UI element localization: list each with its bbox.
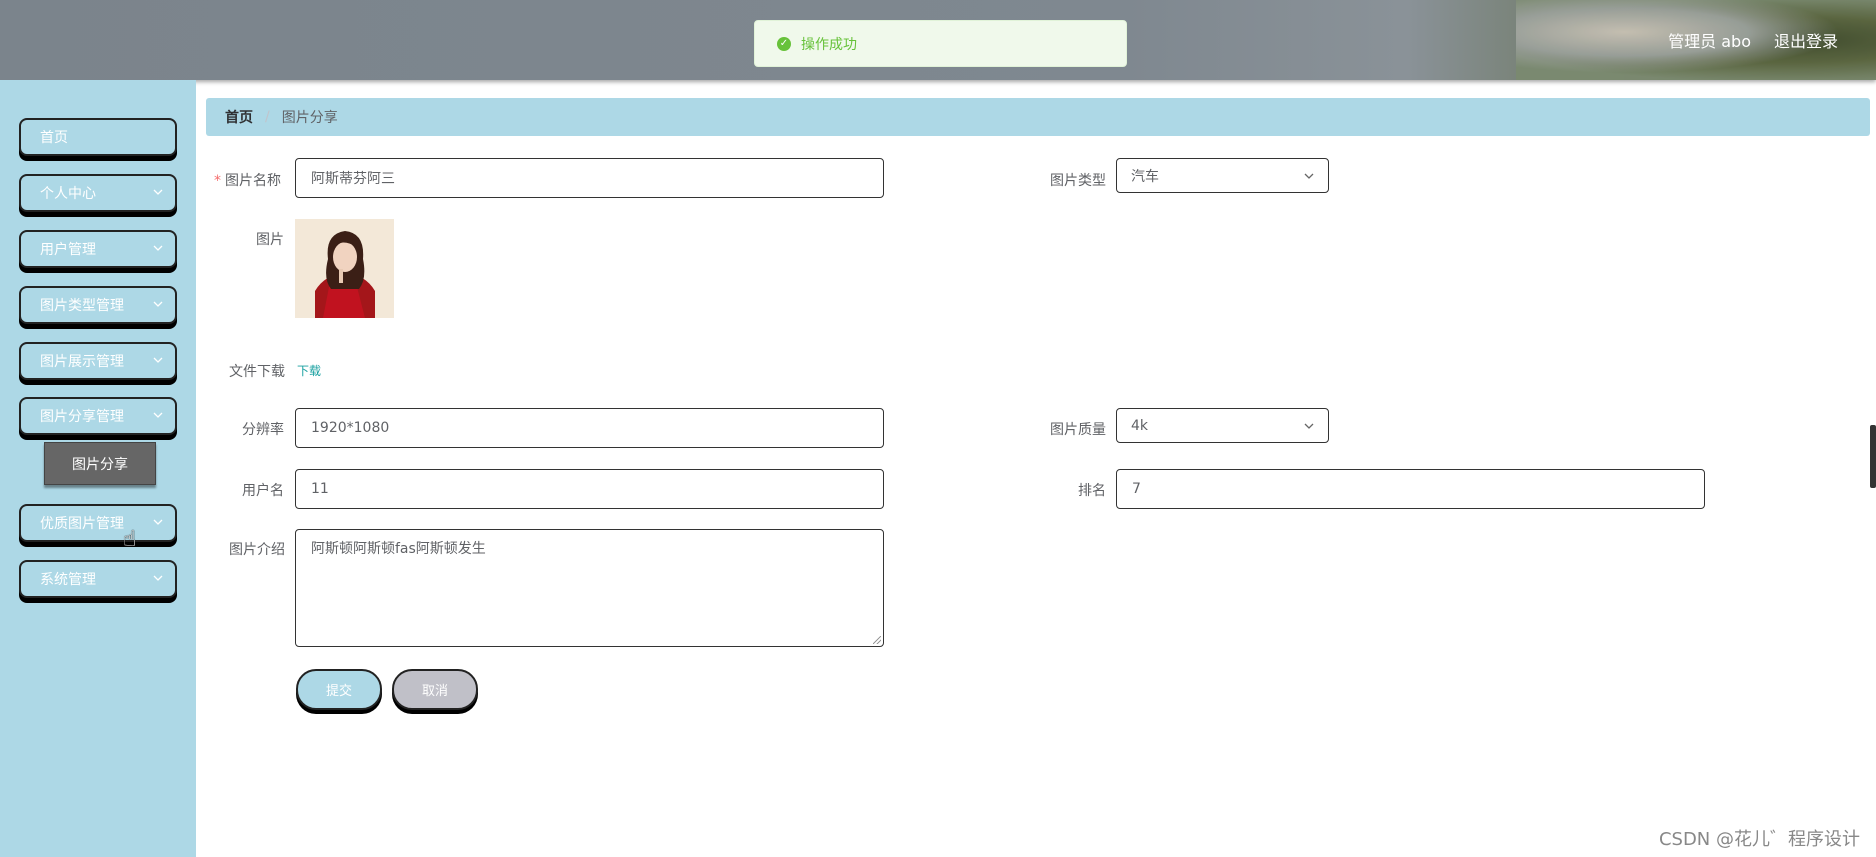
sidebar-item-label: 优质图片管理: [40, 516, 124, 532]
sidebar-item-label: 系统管理: [40, 572, 96, 588]
rank-input[interactable]: 7: [1116, 469, 1705, 509]
submit-button[interactable]: 提交: [296, 669, 382, 710]
sidebar-item-image-type-management[interactable]: 图片类型管理: [19, 286, 177, 324]
image-label: 图片: [256, 232, 284, 248]
resize-handle-icon[interactable]: [873, 636, 881, 644]
sidebar-item-system-management[interactable]: 系统管理: [19, 560, 177, 598]
chevron-down-icon: [1304, 173, 1314, 179]
portrait-image: [295, 219, 394, 318]
sidebar-item-label: 个人中心: [40, 186, 96, 202]
image-name-input[interactable]: 阿斯蒂芬阿三: [295, 158, 884, 198]
image-intro-textarea[interactable]: 阿斯顿阿斯顿fas阿斯顿发生: [295, 529, 884, 647]
toast-message: 操作成功: [801, 36, 857, 53]
sidebar-item-personal-center[interactable]: 个人中心: [19, 174, 177, 212]
sidebar-item-image-share-management[interactable]: 图片分享管理: [19, 397, 177, 435]
chevron-up-icon: [153, 412, 163, 418]
cancel-button[interactable]: 取消: [392, 669, 478, 710]
hand-cursor-icon: ☝: [123, 527, 137, 552]
chevron-down-icon: [153, 189, 163, 195]
sidebar-item-label: 图片类型管理: [40, 298, 124, 314]
image-type-value: 汽车: [1131, 168, 1159, 185]
image-intro-label: 图片介绍: [229, 542, 285, 558]
image-type-label: 图片类型: [1050, 173, 1106, 189]
sidebar-item-label: 图片展示管理: [40, 354, 124, 370]
chevron-down-icon: [153, 301, 163, 307]
check-circle-icon: ✓: [777, 36, 791, 51]
breadcrumb: 首页 / 图片分享: [206, 98, 1870, 136]
image-quality-select[interactable]: 4k: [1116, 408, 1329, 443]
sidebar-item-user-management[interactable]: 用户管理: [19, 230, 177, 268]
resolution-label: 分辨率: [242, 422, 284, 438]
resolution-input[interactable]: 1920*1080: [295, 408, 884, 448]
rank-label: 排名: [1078, 483, 1106, 499]
image-thumbnail[interactable]: [295, 219, 394, 318]
download-link[interactable]: 下载: [297, 362, 321, 379]
breadcrumb-separator: /: [265, 109, 270, 125]
sidebar-item-label: 图片分享管理: [40, 409, 124, 425]
required-mark: *: [214, 173, 221, 189]
scrollbar-thumb[interactable]: [1870, 425, 1876, 488]
sidebar-item-label: 首页: [40, 130, 68, 146]
chevron-down-icon: [1304, 423, 1314, 429]
chevron-down-icon: [153, 357, 163, 363]
chevron-down-icon: [153, 245, 163, 251]
image-quality-label: 图片质量: [1050, 422, 1106, 438]
sidebar-item-label: 用户管理: [40, 242, 96, 258]
watermark-text: CSDN @花儿゛程序设计: [1658, 829, 1860, 850]
image-quality-value: 4k: [1131, 417, 1149, 434]
admin-user-label: 管理员 abo: [1668, 32, 1751, 51]
username-input[interactable]: 11: [295, 469, 884, 509]
sidebar-item-image-display-management[interactable]: 图片展示管理: [19, 342, 177, 380]
breadcrumb-home-link[interactable]: 首页: [225, 107, 253, 127]
username-label: 用户名: [242, 483, 284, 499]
sidebar-subitem-image-share[interactable]: 图片分享: [44, 442, 156, 485]
chevron-down-icon: [153, 519, 163, 525]
image-name-label: * 图片名称: [214, 173, 281, 189]
breadcrumb-current: 图片分享: [281, 110, 338, 126]
image-intro-value: 阿斯顿阿斯顿fas阿斯顿发生: [311, 541, 486, 557]
chevron-down-icon: [153, 575, 163, 581]
sidebar: 首页 个人中心 用户管理 图片类型管理 图片展示管理 图片分享管理 图片分享 优…: [0, 80, 196, 857]
file-download-label: 文件下载: [229, 364, 285, 380]
sidebar-item-quality-image-management[interactable]: 优质图片管理: [19, 504, 177, 542]
sidebar-item-home[interactable]: 首页: [19, 118, 177, 156]
logout-button[interactable]: 退出登录: [1774, 28, 1838, 52]
success-toast: ✓ 操作成功: [754, 20, 1127, 67]
image-type-select[interactable]: 汽车: [1116, 158, 1329, 193]
